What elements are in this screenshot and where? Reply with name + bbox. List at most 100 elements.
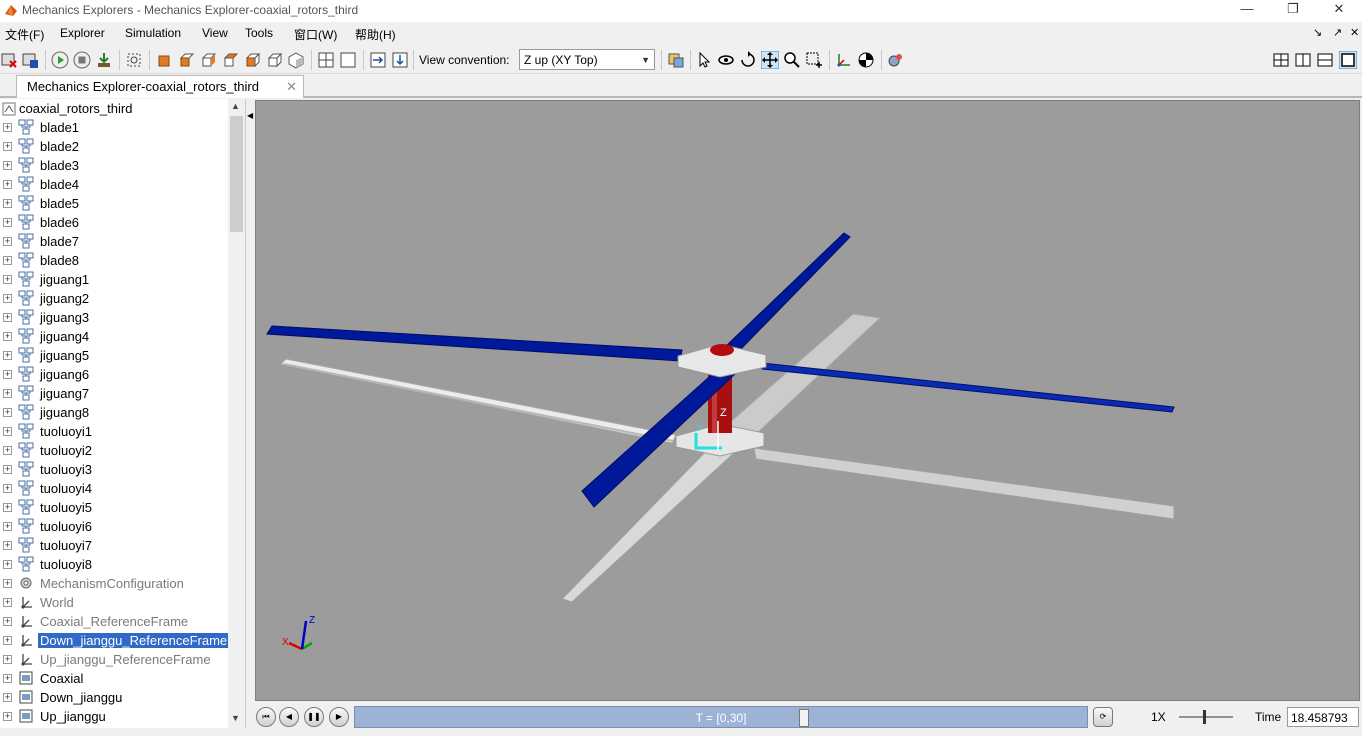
split-horizontal-icon[interactable]	[391, 51, 409, 69]
tree-item-tuoluoyi5[interactable]: + tuoluoyi5	[0, 498, 228, 517]
expand-icon[interactable]: +	[3, 617, 12, 626]
expand-icon[interactable]: +	[3, 427, 12, 436]
box-zoom-icon[interactable]	[805, 51, 823, 69]
four-view-icon[interactable]	[317, 51, 335, 69]
tree-item-blade4[interactable]: + blade4	[0, 175, 228, 194]
tree-item-tuoluoyi3[interactable]: + tuoluoyi3	[0, 460, 228, 479]
tree-item-tuoluoyi4[interactable]: + tuoluoyi4	[0, 479, 228, 498]
expand-icon[interactable]: +	[3, 446, 12, 455]
loop-button[interactable]: ⟳	[1093, 707, 1113, 727]
time-field[interactable]: 18.458793	[1287, 707, 1359, 727]
menu-view[interactable]: View	[202, 26, 228, 40]
tree-item-down-jianggu[interactable]: + Down_jianggu	[0, 688, 228, 707]
tree-item-coaxial-referenceframe[interactable]: + Coaxial_ReferenceFrame	[0, 612, 228, 631]
expand-icon[interactable]: +	[3, 598, 12, 607]
save-explorer-icon[interactable]	[21, 51, 39, 69]
bottom-view-icon[interactable]	[265, 51, 283, 69]
tree-item-tuoluoyi6[interactable]: + tuoluoyi6	[0, 517, 228, 536]
isometric-view-icon[interactable]	[287, 51, 305, 69]
tree-item-tuoluoyi1[interactable]: + tuoluoyi1	[0, 422, 228, 441]
expand-icon[interactable]: +	[3, 465, 12, 474]
rewind-to-start-button[interactable]: ⏮	[256, 707, 276, 727]
tree-scrollbar[interactable]: ▲ ▼	[228, 99, 245, 728]
tree-item-jiguang8[interactable]: + jiguang8	[0, 403, 228, 422]
expand-icon[interactable]: +	[3, 218, 12, 227]
tree-item-blade8[interactable]: + blade8	[0, 251, 228, 270]
speed-slider[interactable]	[1179, 709, 1233, 725]
stop-icon[interactable]	[73, 51, 91, 69]
frames-toggle-icon[interactable]	[835, 51, 853, 69]
tree-item-tuoluoyi2[interactable]: + tuoluoyi2	[0, 441, 228, 460]
scroll-up-icon[interactable]: ▲	[231, 101, 240, 111]
right-view-icon[interactable]	[221, 51, 239, 69]
expand-icon[interactable]: +	[3, 579, 12, 588]
tree-item-blade3[interactable]: + blade3	[0, 156, 228, 175]
center-of-mass-icon[interactable]	[857, 51, 875, 69]
minimize-button[interactable]: —	[1224, 0, 1270, 20]
expand-icon[interactable]: +	[3, 294, 12, 303]
scene-canvas[interactable]: Z Y Z X	[256, 101, 1360, 701]
close-button[interactable]: ✕	[1316, 0, 1362, 20]
expand-icon[interactable]: +	[3, 256, 12, 265]
tree-item-blade1[interactable]: + blade1	[0, 118, 228, 137]
fit-to-view-icon[interactable]	[125, 51, 143, 69]
tree-item-blade6[interactable]: + blade6	[0, 213, 228, 232]
undock-icon[interactable]: ↘	[1313, 26, 1322, 39]
expand-icon[interactable]: +	[3, 693, 12, 702]
tree-item-blade7[interactable]: + blade7	[0, 232, 228, 251]
expand-icon[interactable]: +	[3, 389, 12, 398]
close-document-icon[interactable]: ✕	[1350, 26, 1359, 39]
pause-button[interactable]: ❚❚	[304, 707, 324, 727]
tab-close-icon[interactable]: ✕	[286, 79, 297, 95]
tree-item-jiguang7[interactable]: + jiguang7	[0, 384, 228, 403]
split-vertical-icon[interactable]	[369, 51, 387, 69]
tree-item-up-jianggu-referenceframe[interactable]: + Up_jianggu_ReferenceFrame	[0, 650, 228, 669]
scroll-down-icon[interactable]: ▼	[231, 713, 240, 723]
pan-icon[interactable]	[761, 51, 779, 69]
3d-viewport[interactable]: Z Y Z X	[255, 100, 1360, 701]
expand-icon[interactable]: +	[3, 522, 12, 531]
scrollbar-thumb[interactable]	[230, 116, 243, 232]
panel-splitter[interactable]: ◀	[246, 99, 254, 728]
tree-item-up-jianggu[interactable]: + Up_jianggu	[0, 707, 228, 726]
tree-item-world[interactable]: + World	[0, 593, 228, 612]
back-view-icon[interactable]	[177, 51, 195, 69]
collapse-panel-icon[interactable]: ◀	[247, 111, 253, 120]
menu-file[interactable]: 文件(F)	[5, 26, 44, 43]
expand-icon[interactable]: +	[3, 351, 12, 360]
layout-single-icon[interactable]	[1339, 51, 1357, 69]
tree-item-jiguang6[interactable]: + jiguang6	[0, 365, 228, 384]
expand-icon[interactable]: +	[3, 636, 12, 645]
expand-icon[interactable]: +	[3, 370, 12, 379]
tree-item-jiguang1[interactable]: + jiguang1	[0, 270, 228, 289]
tree-item-jiguang2[interactable]: + jiguang2	[0, 289, 228, 308]
visual-properties-icon[interactable]	[667, 51, 685, 69]
run-icon[interactable]	[51, 51, 69, 69]
menu-simulation[interactable]: Simulation	[125, 26, 181, 40]
expand-icon[interactable]: +	[3, 142, 12, 151]
tree-item-down-jianggu-referenceframe[interactable]: + Down_jianggu_ReferenceFrame	[0, 631, 230, 650]
tab-mechanics-explorer[interactable]: Mechanics Explorer-coaxial_rotors_third …	[16, 75, 304, 98]
tree-item-coaxial[interactable]: + Coaxial	[0, 669, 228, 688]
expand-icon[interactable]: +	[3, 484, 12, 493]
expand-icon[interactable]: +	[3, 313, 12, 322]
step-icon[interactable]	[95, 51, 113, 69]
expand-icon[interactable]: +	[3, 541, 12, 550]
select-pointer-icon[interactable]	[695, 51, 713, 69]
expand-icon[interactable]: +	[3, 275, 12, 284]
expand-icon[interactable]: +	[3, 408, 12, 417]
single-view-icon[interactable]	[339, 51, 357, 69]
left-view-icon[interactable]	[199, 51, 217, 69]
play-button[interactable]: ▶	[329, 707, 349, 727]
menu-window[interactable]: 窗口(W)	[294, 26, 337, 43]
layout-two-row-icon[interactable]	[1316, 51, 1334, 69]
step-back-button[interactable]: ◀	[279, 707, 299, 727]
close-explorer-icon[interactable]	[0, 51, 18, 69]
expand-icon[interactable]: +	[3, 180, 12, 189]
timeline-slider[interactable]: T = [0,30]	[354, 706, 1088, 728]
expand-icon[interactable]: +	[3, 503, 12, 512]
menu-help[interactable]: 帮助(H)	[355, 26, 396, 43]
layout-two-column-icon[interactable]	[1294, 51, 1312, 69]
maximize-button[interactable]: ❐	[1270, 0, 1316, 20]
expand-icon[interactable]: +	[3, 237, 12, 246]
